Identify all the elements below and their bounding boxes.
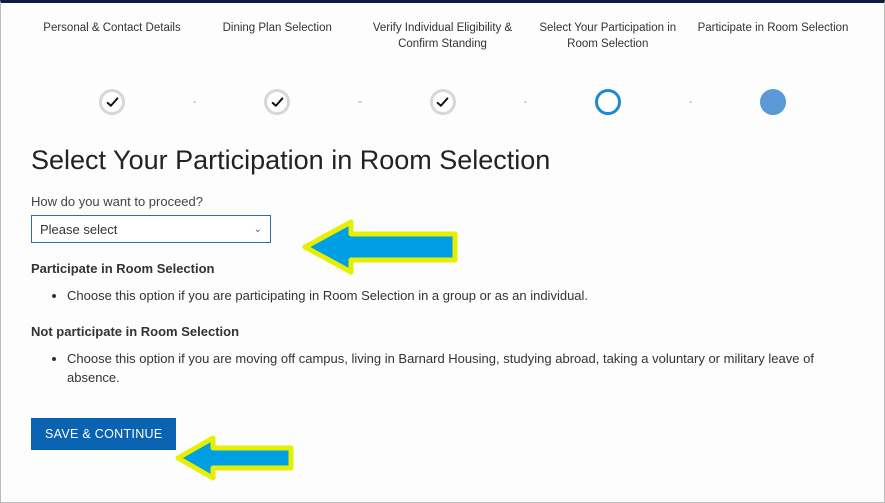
step-2-label: Dining Plan Selection: [196, 21, 358, 53]
page-title: Select Your Participation in Room Select…: [1, 135, 884, 194]
step-5-circle: [760, 89, 786, 115]
step-1: Personal & Contact Details: [31, 21, 193, 53]
option-not-participate-bullet: Choose this option if you are moving off…: [67, 349, 854, 388]
step-1-label: Personal & Contact Details: [31, 21, 193, 53]
track-4: [689, 101, 692, 103]
step-2-circle: [264, 89, 290, 115]
track-3: [524, 101, 527, 103]
proceed-select[interactable]: Please select ⌄: [31, 215, 271, 243]
option-participate-list: Choose this option if you are participat…: [67, 286, 854, 306]
step-3: Verify Individual Eligibility & Confirm …: [362, 21, 524, 53]
step-2: Dining Plan Selection: [196, 21, 358, 53]
progress-stepper: Personal & Contact Details Dining Plan S…: [1, 3, 884, 53]
progress-stepper-circles: [1, 89, 884, 135]
track-2: [358, 101, 361, 103]
track-1: [193, 101, 196, 103]
option-not-participate-title: Not participate in Room Selection: [31, 324, 854, 339]
step-3-circle: [430, 89, 456, 115]
proceed-select-value: Please select: [40, 222, 117, 237]
check-icon: [271, 96, 284, 109]
step-5-label: Participate in Room Selection: [692, 21, 854, 53]
step-4-circle: [595, 89, 621, 115]
check-icon: [436, 96, 449, 109]
step-5: Participate in Room Selection: [692, 21, 854, 53]
step-3-label: Verify Individual Eligibility & Confirm …: [362, 21, 524, 53]
option-not-participate-list: Choose this option if you are moving off…: [67, 349, 854, 388]
save-continue-button[interactable]: SAVE & CONTINUE: [31, 418, 176, 450]
step-1-circle: [99, 89, 125, 115]
step-4: Select Your Participation in Room Select…: [527, 21, 689, 53]
check-icon: [106, 96, 119, 109]
option-participate-title: Participate in Room Selection: [31, 261, 854, 276]
proceed-question-label: How do you want to proceed?: [31, 194, 854, 209]
option-participate-bullet: Choose this option if you are participat…: [67, 286, 854, 306]
step-4-label: Select Your Participation in Room Select…: [527, 21, 689, 53]
chevron-down-icon: ⌄: [254, 224, 262, 235]
arrow-left-icon: [175, 433, 295, 483]
